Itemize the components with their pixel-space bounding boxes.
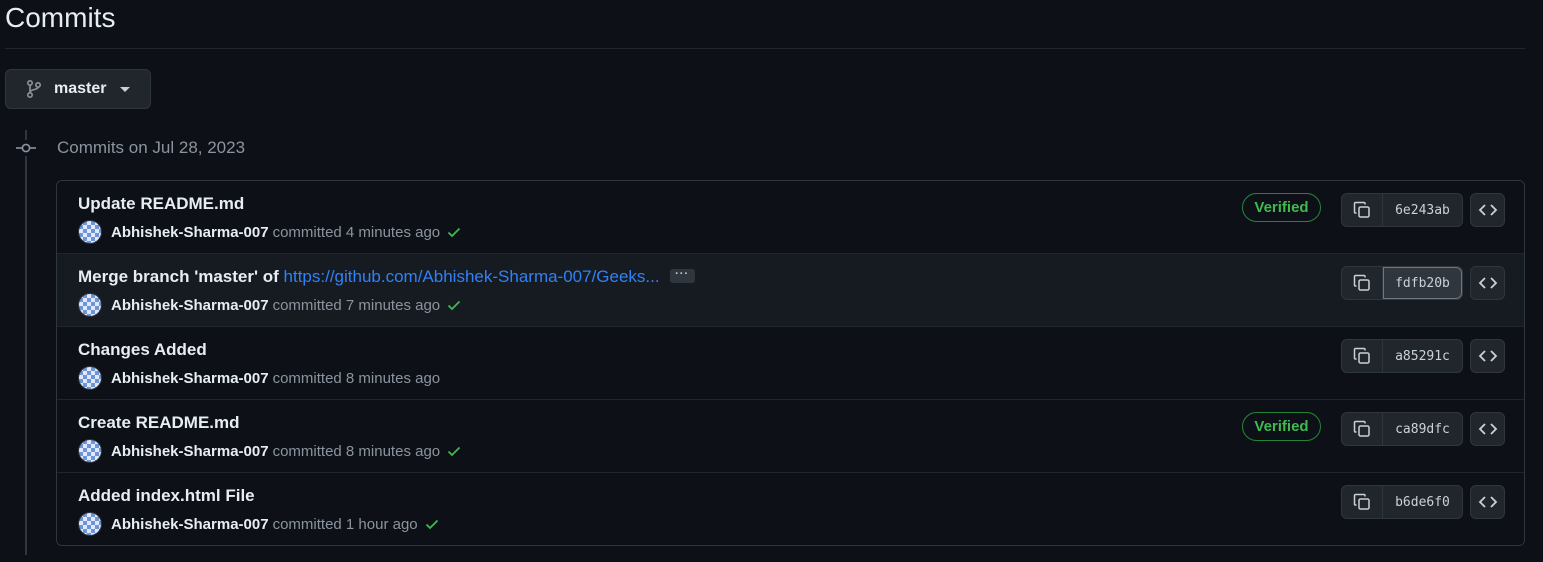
sha-group: ca89dfc: [1341, 412, 1463, 446]
code-icon: [1478, 277, 1497, 289]
commit-meta: Abhishek-Sharma-007 committed 4 minutes …: [78, 220, 462, 244]
copy-icon: [1353, 420, 1370, 437]
code-icon: [1478, 496, 1497, 508]
title-divider: [5, 48, 1525, 49]
copy-sha-button[interactable]: [1342, 340, 1383, 372]
copy-icon: [1353, 274, 1370, 291]
copy-icon: [1353, 347, 1370, 364]
commit-message[interactable]: Merge branch 'master' of: [78, 267, 284, 286]
commit-message-link[interactable]: https://github.com/Abhishek-Sharma-007/G…: [284, 267, 660, 286]
commit-time: committed 7 minutes ago: [272, 296, 441, 314]
avatar[interactable]: [78, 366, 102, 390]
avatar[interactable]: [78, 439, 102, 463]
avatar[interactable]: [78, 293, 102, 317]
chevron-down-icon: [120, 86, 131, 92]
commit-title[interactable]: Create README.md: [78, 413, 240, 433]
browse-repository-button[interactable]: [1470, 266, 1505, 300]
copy-sha-button[interactable]: [1342, 486, 1383, 518]
branch-name: master: [54, 80, 107, 97]
browse-repository-button[interactable]: [1470, 412, 1505, 446]
avatar[interactable]: [78, 512, 102, 536]
commit-author-link[interactable]: Abhishek-Sharma-007: [111, 297, 269, 314]
copy-sha-button[interactable]: [1342, 413, 1383, 445]
commit-time: committed 1 hour ago: [272, 515, 418, 533]
sha-group: b6de6f0: [1341, 485, 1463, 519]
check-icon[interactable]: [446, 443, 462, 459]
commit-message[interactable]: Added index.html File: [78, 486, 255, 505]
copy-icon: [1353, 493, 1370, 510]
browse-repository-button[interactable]: [1470, 193, 1505, 227]
verified-badge[interactable]: Verified: [1242, 193, 1321, 222]
page-title: Commits: [5, 2, 116, 33]
commit-list: Update README.md Abhishek-Sharma-007 com…: [56, 180, 1525, 546]
commit-time: committed 4 minutes ago: [272, 223, 441, 241]
sha-group: fdfb20b: [1341, 266, 1463, 300]
check-icon[interactable]: [446, 224, 462, 240]
check-icon[interactable]: [424, 516, 440, 532]
commit-sha-link[interactable]: a85291c: [1383, 340, 1462, 372]
commit-message[interactable]: Update README.md: [78, 194, 244, 213]
git-branch-icon: [27, 80, 42, 98]
code-icon: [1478, 204, 1497, 216]
commit-title[interactable]: Changes Added: [78, 340, 207, 360]
branch-selector-button[interactable]: master: [5, 69, 151, 109]
commits-date-heading: Commits on Jul 28, 2023: [57, 138, 246, 157]
commit-time: committed 8 minutes ago: [272, 369, 441, 387]
sha-group: a85291c: [1341, 339, 1463, 373]
commit-title[interactable]: Merge branch 'master' of https://github.…: [78, 267, 695, 287]
browse-repository-button[interactable]: [1470, 339, 1505, 373]
timeline-line: [25, 130, 27, 555]
commit-time: committed 8 minutes ago: [272, 442, 441, 460]
commit-row: Update README.md Abhishek-Sharma-007 com…: [57, 181, 1524, 254]
commit-author-link[interactable]: Abhishek-Sharma-007: [111, 516, 269, 533]
commit-title[interactable]: Added index.html File: [78, 486, 255, 506]
code-icon: [1478, 423, 1497, 435]
commit-author-link[interactable]: Abhishek-Sharma-007: [111, 224, 269, 241]
code-icon: [1478, 350, 1497, 362]
commit-author-link[interactable]: Abhishek-Sharma-007: [111, 443, 269, 460]
commit-meta: Abhishek-Sharma-007 committed 8 minutes …: [78, 366, 440, 390]
check-icon[interactable]: [446, 297, 462, 313]
copy-sha-button[interactable]: [1342, 194, 1383, 226]
copy-sha-button[interactable]: [1342, 267, 1383, 299]
sha-group: 6e243ab: [1341, 193, 1463, 227]
commit-sha-link[interactable]: ca89dfc: [1383, 413, 1462, 445]
commit-row: Merge branch 'master' of https://github.…: [57, 254, 1524, 327]
browse-repository-button[interactable]: [1470, 485, 1505, 519]
commit-message[interactable]: Changes Added: [78, 340, 207, 359]
commit-sha-link[interactable]: 6e243ab: [1383, 194, 1462, 226]
commit-meta: Abhishek-Sharma-007 committed 8 minutes …: [78, 439, 462, 463]
commit-row: Added index.html File Abhishek-Sharma-00…: [57, 473, 1524, 545]
commit-sha-link[interactable]: fdfb20b: [1383, 267, 1462, 299]
git-commit-icon: [16, 140, 36, 156]
commit-row: Changes Added Abhishek-Sharma-007 commit…: [57, 327, 1524, 400]
commit-author-link[interactable]: Abhishek-Sharma-007: [111, 370, 269, 387]
commit-sha-link[interactable]: b6de6f0: [1383, 486, 1462, 518]
verified-badge[interactable]: Verified: [1242, 412, 1321, 441]
commit-row: Create README.md Abhishek-Sharma-007 com…: [57, 400, 1524, 473]
avatar[interactable]: [78, 220, 102, 244]
copy-icon: [1353, 201, 1370, 218]
expand-message-button[interactable]: ···: [669, 268, 695, 283]
commit-meta: Abhishek-Sharma-007 committed 7 minutes …: [78, 293, 462, 317]
commit-meta: Abhishek-Sharma-007 committed 1 hour ago: [78, 512, 440, 536]
commit-message[interactable]: Create README.md: [78, 413, 240, 432]
commit-title[interactable]: Update README.md: [78, 194, 244, 214]
